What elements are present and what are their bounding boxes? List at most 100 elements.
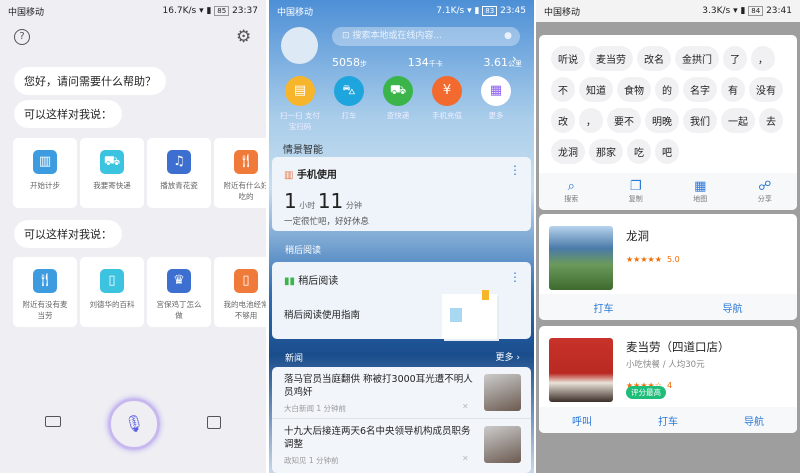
word-chip[interactable]: 麦当劳 xyxy=(589,46,633,71)
avatar[interactable] xyxy=(281,27,318,64)
rating-stars: ★★★★★ xyxy=(626,255,662,264)
gear-icon[interactable]: ⚙ xyxy=(236,27,251,47)
tool-label: 分享 xyxy=(757,194,772,203)
usage-title: 手机使用 xyxy=(296,170,337,181)
action-button[interactable]: 打车 xyxy=(658,413,678,428)
word-chip[interactable]: 名字 xyxy=(683,77,717,102)
shortcut-yuan-phone[interactable]: ¥ 手机充值 xyxy=(424,76,470,121)
suggestion-tile[interactable]: ♫ 播放青花瓷 xyxy=(147,138,211,208)
shortcut-scan[interactable]: ▤ 扫一扫 支付宝扫码 xyxy=(277,76,323,132)
word-chip[interactable]: 吧 xyxy=(655,139,679,164)
status-bar: 中国移动 16.7K/s ▾ ▮ 85 23:37 xyxy=(8,6,258,18)
stat-unit: 千卡 xyxy=(428,60,443,68)
word-chip[interactable]: 改名 xyxy=(637,46,671,71)
word-chip[interactable]: 食物 xyxy=(617,77,651,102)
more-icon[interactable]: ⋮ xyxy=(509,270,521,284)
later-item[interactable]: 稍后阅读使用指南 xyxy=(284,307,360,321)
suggestion-tile[interactable]: ♛ 宫保鸡丁怎么做 xyxy=(147,257,211,327)
shortcut-label: 更多 xyxy=(488,111,504,120)
suggestion-tile[interactable]: ▯ 刘德华的百科 xyxy=(80,257,144,327)
word-chip[interactable]: 要不 xyxy=(607,108,641,133)
translate-icon[interactable] xyxy=(207,416,221,429)
word-chip[interactable]: 我们 xyxy=(683,108,717,133)
word-chip[interactable]: 明晚 xyxy=(645,108,679,133)
help-icon[interactable]: ? xyxy=(14,29,30,45)
news-thumbnail xyxy=(484,374,521,411)
tool-copy[interactable]: ❐ 复制 xyxy=(628,178,643,204)
word-chip[interactable]: 了 xyxy=(723,46,747,71)
close-icon[interactable]: ✕ xyxy=(462,402,469,411)
tool-label: 复制 xyxy=(628,194,643,203)
news-item[interactable]: 十九大后接连两天6名中央领导机构成员职务调整 政知见 1 分钟前 ✕ xyxy=(272,419,531,471)
tool-share[interactable]: ☍ 分享 xyxy=(757,179,772,204)
word-chip[interactable]: 龙洞 xyxy=(551,139,585,164)
mic-button[interactable]: 🎙︎ xyxy=(108,398,160,450)
word-chip[interactable]: 听说 xyxy=(551,46,585,71)
word-chip[interactable]: 知道 xyxy=(579,77,613,102)
action-button[interactable]: 导航 xyxy=(744,413,764,428)
search-input[interactable]: ⊡ 搜索本地或在线内容... ● xyxy=(332,27,520,46)
stat-unit: 步 xyxy=(360,60,367,68)
action-button[interactable]: 打车 xyxy=(594,300,614,315)
suggestion-tile[interactable]: ⛟ 我要寄快递 xyxy=(80,138,144,208)
keyboard-icon[interactable] xyxy=(45,416,61,427)
health-stats[interactable]: 5058步 134千卡 3.61公里 xyxy=(332,51,522,70)
news-meta: 大白新闻 1 分钟前 xyxy=(284,404,347,413)
stat-item: 134千卡 xyxy=(408,51,443,70)
chevron-right-icon[interactable]: › xyxy=(512,52,517,66)
action-button[interactable]: 导航 xyxy=(723,300,743,315)
map-icon: ▦ xyxy=(694,178,707,194)
place-card-longdong[interactable]: 龙洞 ★★★★★ 5.0 打车 导航 xyxy=(539,214,797,320)
word-chip[interactable]: 那家 xyxy=(589,139,623,164)
shortcut-grid[interactable]: ▦ 更多 xyxy=(473,76,519,121)
copy-icon: ❐ xyxy=(629,178,642,194)
word-chip[interactable]: 不 xyxy=(551,77,575,102)
word-chip[interactable]: 去 xyxy=(759,108,783,133)
rating-value: 4 xyxy=(666,381,673,390)
word-chip[interactable]: 金拱门 xyxy=(675,46,719,71)
stat-value: 3.61 xyxy=(483,56,509,69)
suggestion-tile[interactable]: ▯ 我的电池经常不够用 xyxy=(214,257,266,327)
mic-icon[interactable]: ● xyxy=(504,27,512,46)
read-later-card[interactable]: ▮▮ 稍后阅读 ⋮ 稍后阅读使用指南 xyxy=(272,262,531,339)
carrier: 中国移动 xyxy=(544,7,581,18)
battery: 84 xyxy=(748,6,764,16)
word-chip[interactable]: 改 xyxy=(551,108,575,133)
word-chip[interactable]: 一起 xyxy=(721,108,755,133)
place-card-mcdonalds[interactable]: 麦当劳（四道口店） 小吃快餐 / 人均30元 ★★★★☆ 4 评分最高 呼叫打车… xyxy=(539,326,797,433)
word-chip[interactable]: 没有 xyxy=(749,77,783,102)
greeting-bubble: 您好，请问需要什么帮助？ xyxy=(14,67,166,95)
tile-label: 我要寄快递 xyxy=(93,181,131,190)
tile-label: 附近有没有麦当劳 xyxy=(22,300,68,320)
truck-icon: ⛟ xyxy=(383,76,413,106)
close-icon[interactable]: ✕ xyxy=(462,454,469,463)
more-icon[interactable]: ⋮ xyxy=(509,163,521,177)
shortcut-truck[interactable]: ⛟ 查快递 xyxy=(375,76,421,121)
voice-assistant-screen: 中国移动 16.7K/s ▾ ▮ 85 23:37 ? ⚙ 您好，请问需要什么帮… xyxy=(0,0,266,473)
tool-map[interactable]: ▦ 地图 xyxy=(693,178,707,204)
tile-label: 开始计步 xyxy=(30,181,60,190)
word-chip[interactable]: 吃 xyxy=(627,139,651,164)
phone-usage-card[interactable]: ▥ 手机使用 ⋮ 1 小时 11 分钟 一定很忙吧，好好休息 xyxy=(272,157,531,231)
suggestion-tile[interactable]: 🍴︎ 附近有什么好吃的 xyxy=(214,138,266,208)
battery: 85 xyxy=(214,6,230,16)
word-chip[interactable]: 有 xyxy=(721,77,745,102)
word-chip[interactable]: 的 xyxy=(655,77,679,102)
usage-note: 一定很忙吧，好好休息 xyxy=(284,217,370,227)
word-chip[interactable]: ， xyxy=(751,46,775,71)
tool-label: 搜索 xyxy=(564,194,579,203)
grid-icon: ▦ xyxy=(481,76,511,106)
rating-value: 5.0 xyxy=(666,255,680,264)
suggestion-tile[interactable]: ▥ 开始计步 xyxy=(13,138,77,208)
news-item[interactable]: 落马官员当庭翻供 称被打3000耳光遭不明人员鸡奸 大白新闻 1 分钟前 ✕ xyxy=(272,367,531,419)
word-chip[interactable]: ， xyxy=(579,108,603,133)
hours-unit: 小时 xyxy=(299,201,316,210)
word-segment-card: 听说 麦当劳 改名 金拱门了，不 知道 食物的名字有没有改，要不 明晚 我们 一起 去龙洞 那家吃吧… xyxy=(539,35,797,210)
section-later: 稍后阅读 xyxy=(285,246,322,256)
news-more-link[interactable]: 更多 › xyxy=(496,350,520,363)
book-icon: ▯ xyxy=(100,269,124,293)
action-button[interactable]: 呼叫 xyxy=(572,413,592,428)
suggestion-tile[interactable]: 🍴︎ 附近有没有麦当劳 xyxy=(13,257,77,327)
tool-search[interactable]: ⌕ 搜索 xyxy=(564,179,579,204)
shortcut-taxi[interactable]: ⛍ 打车 xyxy=(326,76,372,121)
